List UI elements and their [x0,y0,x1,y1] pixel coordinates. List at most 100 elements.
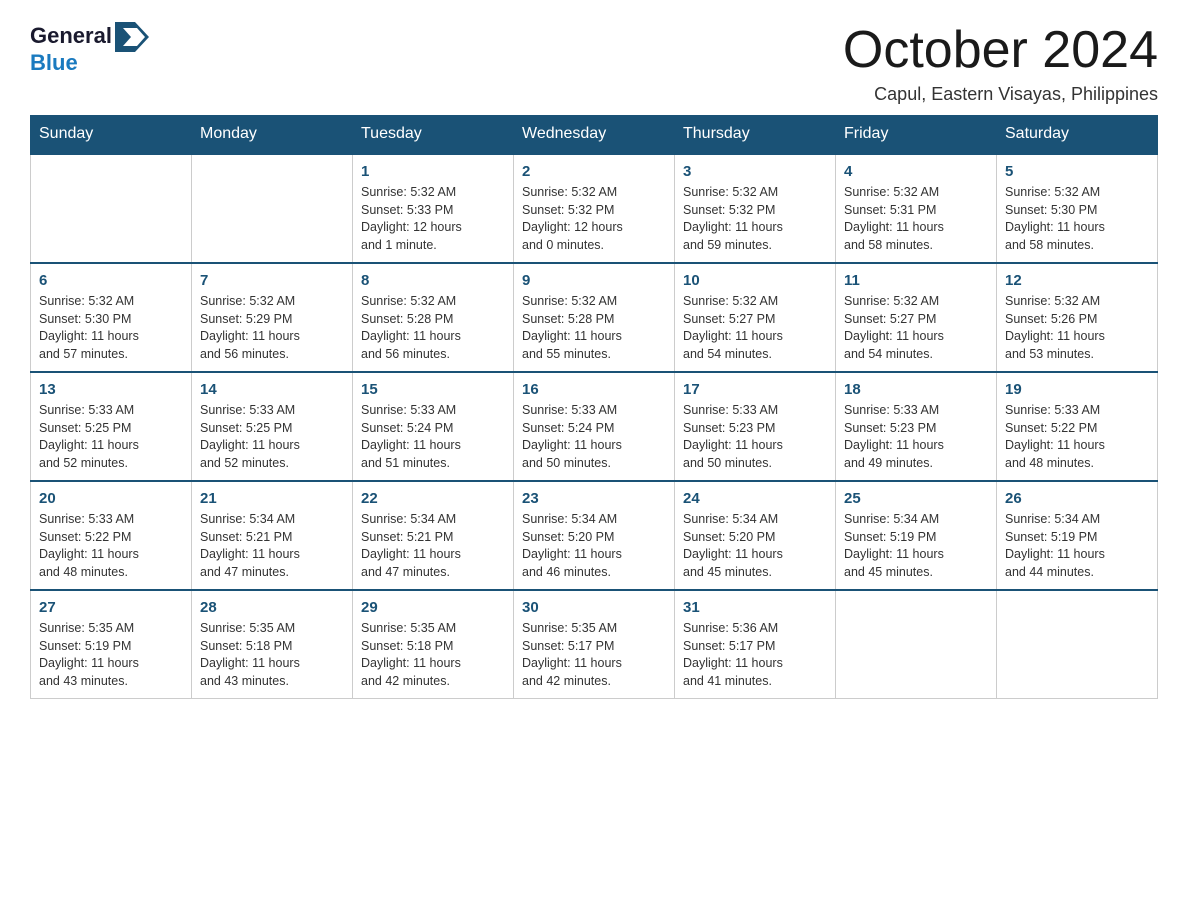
logo-arrow-icon [115,22,149,52]
day-number: 6 [39,272,183,289]
day-number: 15 [361,381,505,398]
day-number: 5 [1005,163,1149,180]
day-number: 17 [683,381,827,398]
calendar-cell: 13 Sunrise: 5:33 AM Sunset: 5:25 PM Dayli… [31,372,192,481]
day-number: 8 [361,272,505,289]
calendar-week-row: 20 Sunrise: 5:33 AM Sunset: 5:22 PM Dayli… [31,481,1158,590]
calendar-cell: 21 Sunrise: 5:34 AM Sunset: 5:21 PM Dayli… [192,481,353,590]
day-info: Sunrise: 5:32 AM Sunset: 5:33 PM Dayligh… [361,184,505,254]
day-info: Sunrise: 5:32 AM Sunset: 5:27 PM Dayligh… [683,293,827,363]
logo-blue-text: Blue [30,50,78,76]
logo: General Blue [30,20,149,76]
calendar-cell: 18 Sunrise: 5:33 AM Sunset: 5:23 PM Dayli… [836,372,997,481]
column-header-monday: Monday [192,115,353,154]
day-info: Sunrise: 5:35 AM Sunset: 5:18 PM Dayligh… [361,620,505,690]
calendar-cell [997,590,1158,699]
calendar-cell [192,154,353,263]
day-info: Sunrise: 5:34 AM Sunset: 5:19 PM Dayligh… [844,511,988,581]
day-info: Sunrise: 5:34 AM Sunset: 5:20 PM Dayligh… [683,511,827,581]
calendar-cell: 4 Sunrise: 5:32 AM Sunset: 5:31 PM Daylig… [836,154,997,263]
calendar-cell: 23 Sunrise: 5:34 AM Sunset: 5:20 PM Dayli… [514,481,675,590]
calendar-cell: 28 Sunrise: 5:35 AM Sunset: 5:18 PM Dayli… [192,590,353,699]
day-info: Sunrise: 5:34 AM Sunset: 5:21 PM Dayligh… [361,511,505,581]
day-number: 28 [200,599,344,616]
day-info: Sunrise: 5:33 AM Sunset: 5:22 PM Dayligh… [39,511,183,581]
day-number: 27 [39,599,183,616]
page-header: General Blue October 2024 Capul, Eastern… [30,20,1158,105]
calendar-cell: 31 Sunrise: 5:36 AM Sunset: 5:17 PM Dayli… [675,590,836,699]
day-info: Sunrise: 5:35 AM Sunset: 5:18 PM Dayligh… [200,620,344,690]
calendar-cell: 3Sunrise: 5:32 AM Sunset: 5:32 PM Daylig… [675,154,836,263]
calendar-week-row: 13 Sunrise: 5:33 AM Sunset: 5:25 PM Dayli… [31,372,1158,481]
day-number: 1 [361,163,505,180]
day-info: Sunrise: 5:32 AM Sunset: 5:30 PM Dayligh… [39,293,183,363]
calendar-cell: 27 Sunrise: 5:35 AM Sunset: 5:19 PM Dayli… [31,590,192,699]
day-number: 24 [683,490,827,507]
day-info: Sunrise: 5:32 AM Sunset: 5:30 PM Dayligh… [1005,184,1149,254]
calendar-cell: 7 Sunrise: 5:32 AM Sunset: 5:29 PM Daylig… [192,263,353,372]
day-number: 4 [844,163,988,180]
day-info: Sunrise: 5:32 AM Sunset: 5:32 PM Dayligh… [522,184,666,254]
day-info: Sunrise: 5:32 AM Sunset: 5:29 PM Dayligh… [200,293,344,363]
day-number: 10 [683,272,827,289]
day-info: Sunrise: 5:32 AM Sunset: 5:28 PM Dayligh… [522,293,666,363]
calendar-cell: 2 Sunrise: 5:32 AM Sunset: 5:32 PM Daylig… [514,154,675,263]
day-number: 11 [844,272,988,289]
calendar-cell [836,590,997,699]
calendar-cell: 20 Sunrise: 5:33 AM Sunset: 5:22 PM Dayli… [31,481,192,590]
calendar-cell: 11Sunrise: 5:32 AM Sunset: 5:27 PM Dayli… [836,263,997,372]
day-number: 9 [522,272,666,289]
day-number: 7 [200,272,344,289]
calendar-cell: 25Sunrise: 5:34 AM Sunset: 5:19 PM Dayli… [836,481,997,590]
day-number: 31 [683,599,827,616]
day-info: Sunrise: 5:34 AM Sunset: 5:21 PM Dayligh… [200,511,344,581]
day-info: Sunrise: 5:33 AM Sunset: 5:24 PM Dayligh… [361,402,505,472]
day-info: Sunrise: 5:32 AM Sunset: 5:31 PM Dayligh… [844,184,988,254]
calendar-cell: 17Sunrise: 5:33 AM Sunset: 5:23 PM Dayli… [675,372,836,481]
column-header-sunday: Sunday [31,115,192,154]
month-title: October 2024 [843,20,1158,80]
day-number: 22 [361,490,505,507]
column-header-saturday: Saturday [997,115,1158,154]
day-number: 29 [361,599,505,616]
day-info: Sunrise: 5:33 AM Sunset: 5:25 PM Dayligh… [200,402,344,472]
calendar-cell: 15 Sunrise: 5:33 AM Sunset: 5:24 PM Dayli… [353,372,514,481]
day-info: Sunrise: 5:32 AM Sunset: 5:26 PM Dayligh… [1005,293,1149,363]
day-info: Sunrise: 5:34 AM Sunset: 5:20 PM Dayligh… [522,511,666,581]
calendar-cell: 5 Sunrise: 5:32 AM Sunset: 5:30 PM Daylig… [997,154,1158,263]
day-info: Sunrise: 5:35 AM Sunset: 5:19 PM Dayligh… [39,620,183,690]
day-number: 12 [1005,272,1149,289]
day-number: 30 [522,599,666,616]
day-number: 16 [522,381,666,398]
day-number: 18 [844,381,988,398]
day-info: Sunrise: 5:36 AM Sunset: 5:17 PM Dayligh… [683,620,827,690]
day-number: 21 [200,490,344,507]
location-text: Capul, Eastern Visayas, Philippines [843,84,1158,105]
day-number: 3 [683,163,827,180]
day-info: Sunrise: 5:33 AM Sunset: 5:23 PM Dayligh… [844,402,988,472]
calendar-table: SundayMondayTuesdayWednesdayThursdayFrid… [30,115,1158,699]
calendar-week-row: 1 Sunrise: 5:32 AM Sunset: 5:33 PM Daylig… [31,154,1158,263]
column-header-friday: Friday [836,115,997,154]
column-header-wednesday: Wednesday [514,115,675,154]
day-info: Sunrise: 5:34 AM Sunset: 5:19 PM Dayligh… [1005,511,1149,581]
calendar-cell: 9 Sunrise: 5:32 AM Sunset: 5:28 PM Daylig… [514,263,675,372]
calendar-cell: 16Sunrise: 5:33 AM Sunset: 5:24 PM Dayli… [514,372,675,481]
calendar-cell: 19Sunrise: 5:33 AM Sunset: 5:22 PM Dayli… [997,372,1158,481]
calendar-cell: 1 Sunrise: 5:32 AM Sunset: 5:33 PM Daylig… [353,154,514,263]
title-section: October 2024 Capul, Eastern Visayas, Phi… [843,20,1158,105]
calendar-cell: 26Sunrise: 5:34 AM Sunset: 5:19 PM Dayli… [997,481,1158,590]
day-number: 19 [1005,381,1149,398]
day-number: 13 [39,381,183,398]
day-info: Sunrise: 5:32 AM Sunset: 5:28 PM Dayligh… [361,293,505,363]
calendar-cell: 10 Sunrise: 5:32 AM Sunset: 5:27 PM Dayli… [675,263,836,372]
column-header-thursday: Thursday [675,115,836,154]
calendar-cell: 6 Sunrise: 5:32 AM Sunset: 5:30 PM Daylig… [31,263,192,372]
day-number: 20 [39,490,183,507]
day-number: 23 [522,490,666,507]
day-info: Sunrise: 5:33 AM Sunset: 5:25 PM Dayligh… [39,402,183,472]
calendar-cell [31,154,192,263]
calendar-cell: 12 Sunrise: 5:32 AM Sunset: 5:26 PM Dayli… [997,263,1158,372]
day-number: 2 [522,163,666,180]
calendar-week-row: 27 Sunrise: 5:35 AM Sunset: 5:19 PM Dayli… [31,590,1158,699]
